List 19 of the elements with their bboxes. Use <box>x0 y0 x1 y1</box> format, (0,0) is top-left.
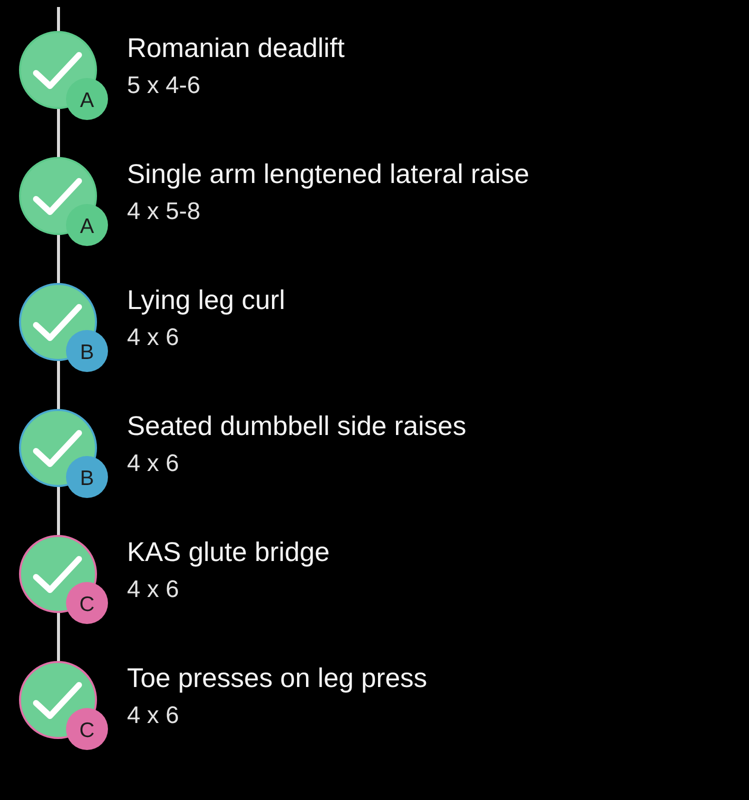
exercise-name: Single arm lengtened lateral raise <box>127 158 530 191</box>
exercise-name: Romanian deadlift <box>127 32 345 65</box>
sets-reps: 5 x 4-6 <box>127 71 200 101</box>
sets-reps: 4 x 6 <box>127 449 180 479</box>
sets-reps: 4 x 6 <box>127 701 180 731</box>
exercise-name: Seated dumbbell side raises <box>127 410 466 443</box>
group-badge: B <box>66 330 108 372</box>
exercise-name: Lying leg curl <box>127 284 286 317</box>
timeline-line <box>56 7 60 31</box>
group-badge: C <box>66 582 108 624</box>
sets-reps: 4 x 6 <box>127 323 180 353</box>
group-badge: A <box>66 78 108 120</box>
sets-reps: 4 x 5-8 <box>127 197 200 227</box>
exercise-name: KAS glute bridge <box>127 536 330 569</box>
exercise-name: Toe presses on leg press <box>127 662 428 695</box>
sets-reps: 4 x 6 <box>127 575 180 605</box>
group-badge: A <box>66 204 108 246</box>
group-badge: B <box>66 456 108 498</box>
group-badge: C <box>66 708 108 750</box>
